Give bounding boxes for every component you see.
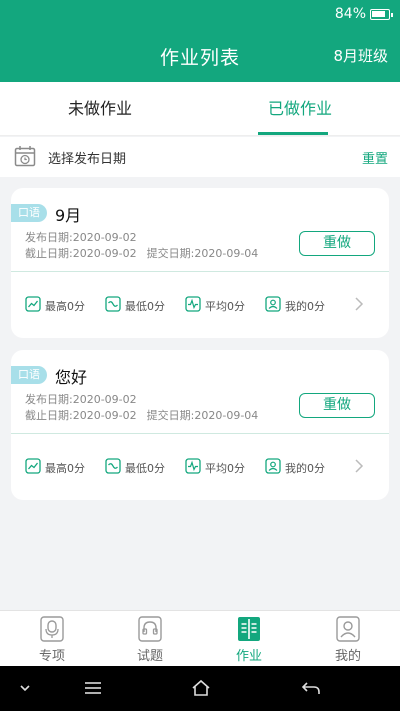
reset-button[interactable]: 重置 [362, 148, 388, 167]
submit-date-value: 2020-09-04 [194, 247, 259, 260]
lowest-score-text: 最低0分 [125, 462, 165, 475]
submit-date-value: 2020-09-04 [194, 409, 259, 422]
trend-chart-icon [25, 458, 41, 474]
assignment-title: 您好 [55, 368, 88, 387]
tab-special-practice[interactable]: 专项 [2, 611, 102, 667]
deadline-submit-line: 截止日期:2020-09-02 提交日期:2020-09-04 [25, 407, 258, 423]
app-header: 作业列表 8月班级 [0, 30, 400, 82]
back-icon[interactable] [300, 678, 322, 698]
chevron-down-icon[interactable] [14, 678, 36, 698]
tab-assignments[interactable]: 作业 [199, 611, 299, 667]
menu-icon[interactable] [82, 678, 104, 698]
user-score-icon [265, 458, 281, 474]
select-publish-date[interactable]: 选择发布日期 [48, 148, 126, 167]
deadline-value: 2020-09-02 [72, 247, 137, 260]
submit-date-label: 提交日期: [146, 247, 195, 260]
assignment-card[interactable]: 口语 9月 发布日期:2020-09-02 截止日期:2020-09-02 提交日… [11, 188, 389, 338]
tab-undone-assignments[interactable]: 未做作业 [0, 82, 200, 136]
status-bar: 84% [0, 0, 400, 30]
highest-score-text: 最高0分 [45, 462, 85, 475]
publish-date-line: 发布日期:2020-09-02 [25, 229, 137, 245]
publish-date-value: 2020-09-02 [72, 393, 137, 406]
deadline-label: 截止日期: [25, 409, 73, 422]
trend-chart-icon [25, 296, 41, 312]
average-score-text: 平均0分 [205, 462, 245, 475]
microphone-icon [40, 616, 64, 642]
publish-date-label: 发布日期: [25, 393, 73, 406]
user-score-icon [265, 296, 281, 312]
wave-chart-icon [105, 296, 121, 312]
date-filter-bar: 选择发布日期 重置 [0, 137, 400, 177]
average-score-text: 平均0分 [205, 300, 245, 313]
book-icon [238, 617, 260, 641]
publish-date-label: 发布日期: [25, 231, 73, 244]
type-badge: 口语 [11, 366, 47, 384]
deadline-value: 2020-09-02 [72, 409, 137, 422]
calendar-clock-icon[interactable] [14, 145, 36, 167]
pulse-chart-icon [185, 296, 201, 312]
tab-profile[interactable]: 我的 [298, 611, 398, 667]
assignment-title: 9月 [55, 206, 82, 225]
highest-score-text: 最高0分 [45, 300, 85, 313]
bottom-tab-bar: 专项 试题 作业 我的 [0, 610, 400, 666]
active-tab-indicator [258, 132, 328, 135]
publish-date-line: 发布日期:2020-09-02 [25, 391, 137, 407]
chevron-right-icon[interactable] [353, 297, 365, 311]
tab-label: 我的 [334, 649, 361, 664]
class-selector[interactable]: 8月班级 [333, 45, 388, 66]
deadline-submit-line: 截止日期:2020-09-02 提交日期:2020-09-04 [25, 245, 258, 261]
tab-label: 作业 [235, 649, 262, 664]
publish-date-value: 2020-09-02 [72, 231, 137, 244]
system-navigation-bar [0, 666, 400, 711]
my-score-text: 我的0分 [285, 462, 325, 475]
redo-button[interactable]: 重做 [299, 393, 375, 418]
score-stats-row[interactable]: 最高0分 最低0分 平均0分 我的0分 [11, 272, 389, 338]
profile-icon [336, 616, 360, 642]
battery-icon [370, 9, 393, 20]
tab-done-assignments[interactable]: 已做作业 [200, 82, 400, 136]
score-stats-row[interactable]: 最高0分 最低0分 平均0分 我的0分 [11, 434, 389, 500]
tab-label: 试题 [136, 649, 163, 664]
tab-label: 专项 [38, 649, 65, 664]
home-icon[interactable] [190, 678, 212, 698]
wave-chart-icon [105, 458, 121, 474]
battery-percentage: 84% [334, 6, 366, 22]
tab-exam-questions[interactable]: 试题 [100, 611, 200, 667]
assignment-tabs: 未做作业 已做作业 [0, 82, 400, 136]
submit-date-label: 提交日期: [146, 409, 195, 422]
redo-button[interactable]: 重做 [299, 231, 375, 256]
my-score-text: 我的0分 [285, 300, 325, 313]
deadline-label: 截止日期: [25, 247, 73, 260]
pulse-chart-icon [185, 458, 201, 474]
type-badge: 口语 [11, 204, 47, 222]
assignment-card[interactable]: 口语 您好 发布日期:2020-09-02 截止日期:2020-09-02 提交日… [11, 350, 389, 500]
lowest-score-text: 最低0分 [125, 300, 165, 313]
chevron-right-icon[interactable] [353, 459, 365, 473]
headphones-icon [138, 616, 162, 642]
